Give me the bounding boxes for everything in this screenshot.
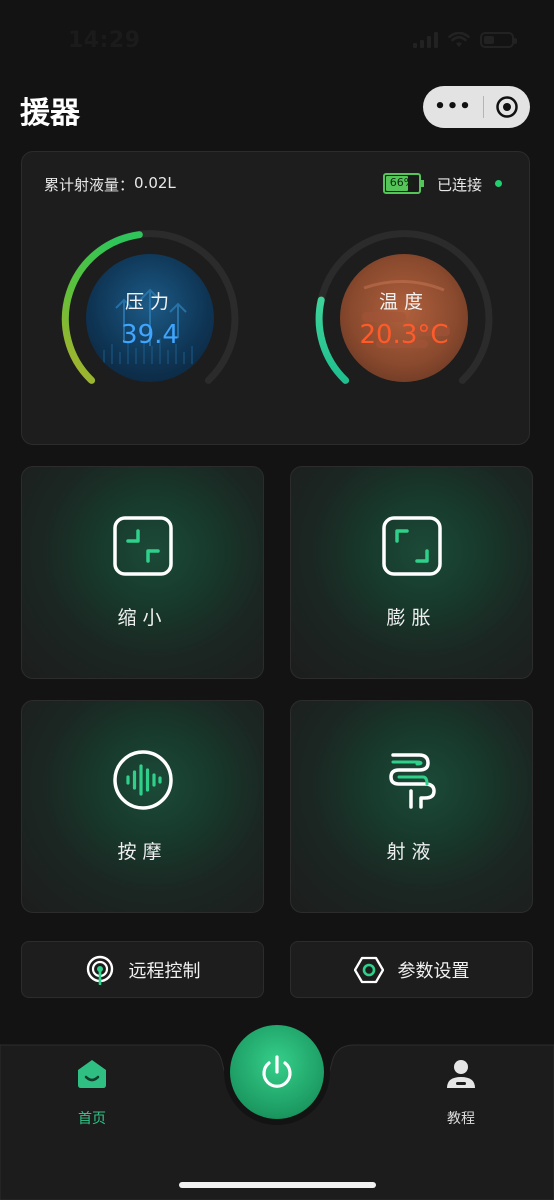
power-icon [262, 1055, 292, 1088]
injection-volume-value: 0.02L [134, 174, 176, 192]
expand-icon [381, 516, 442, 576]
spray-button[interactable]: 射液 [290, 700, 533, 913]
pressure-gauge-face: 压力 39.4 [86, 254, 214, 382]
device-battery-badge: 66% [383, 173, 424, 194]
injection-volume: 累计射液量： 0.02L [44, 174, 176, 195]
massage-button[interactable]: 按摩 [21, 700, 264, 913]
temperature-value: 20.3°C [359, 319, 449, 350]
shrink-button[interactable]: 缩小 [21, 466, 264, 679]
spray-icon [388, 753, 436, 809]
injection-volume-label: 累计射液量： [44, 176, 135, 194]
tab-tutorial[interactable]: 教程 [411, 1058, 511, 1128]
connection-status: 已连接 [437, 176, 483, 194]
hex-settings-icon [353, 956, 384, 983]
home-icon [78, 1060, 106, 1088]
temperature-gauge: 温度 20.3°C [309, 224, 499, 414]
connection-dot [495, 180, 502, 187]
status-bar: 14:29 [0, 0, 554, 80]
mini-program-capsule: ••• [423, 86, 530, 128]
pressure-label: 压力 [124, 290, 175, 313]
shrink-label: 缩小 [117, 607, 168, 629]
temperature-icon [362, 280, 450, 348]
expand-button[interactable]: 膨胀 [290, 466, 533, 679]
tab-home[interactable]: 首页 [42, 1058, 142, 1128]
power-button[interactable] [230, 1025, 324, 1119]
tab-tutorial-label: 教程 [447, 1111, 475, 1127]
wifi-icon [448, 32, 470, 47]
remote-control-button[interactable]: 远程控制 [21, 941, 264, 998]
user-icon [447, 1060, 475, 1088]
home-indicator [179, 1182, 376, 1188]
pressure-value: 39.4 [121, 319, 179, 350]
tab-home-label: 首页 [78, 1111, 106, 1127]
parameter-settings-label: 参数设置 [397, 960, 470, 982]
temperature-gauge-face: 温度 20.3°C [340, 254, 468, 382]
battery-icon [480, 32, 517, 48]
device-status-card: 累计射液量： 0.02L 66% 已连接 压力 39.4 温度 20.3°C [21, 151, 530, 445]
more-menu-icon[interactable]: ••• [423, 86, 483, 128]
battery-percent: 66% [389, 176, 415, 189]
page-title: 援器 [20, 96, 80, 131]
expand-label: 膨胀 [386, 607, 437, 629]
shrink-icon [112, 516, 173, 576]
pressure-arrows-icon [103, 288, 193, 364]
massage-wave-icon [112, 750, 173, 810]
signal-icon [413, 32, 438, 48]
parameter-settings-button[interactable]: 参数设置 [290, 941, 533, 998]
close-target-icon[interactable] [484, 95, 530, 119]
remote-signal-icon [86, 955, 113, 985]
remote-control-label: 远程控制 [128, 960, 201, 982]
pressure-gauge: 压力 39.4 [55, 224, 245, 414]
status-time: 14:29 [68, 28, 141, 53]
temperature-label: 温度 [378, 290, 429, 313]
massage-label: 按摩 [117, 841, 168, 863]
status-icons [413, 32, 517, 48]
spray-label: 射液 [386, 841, 437, 863]
